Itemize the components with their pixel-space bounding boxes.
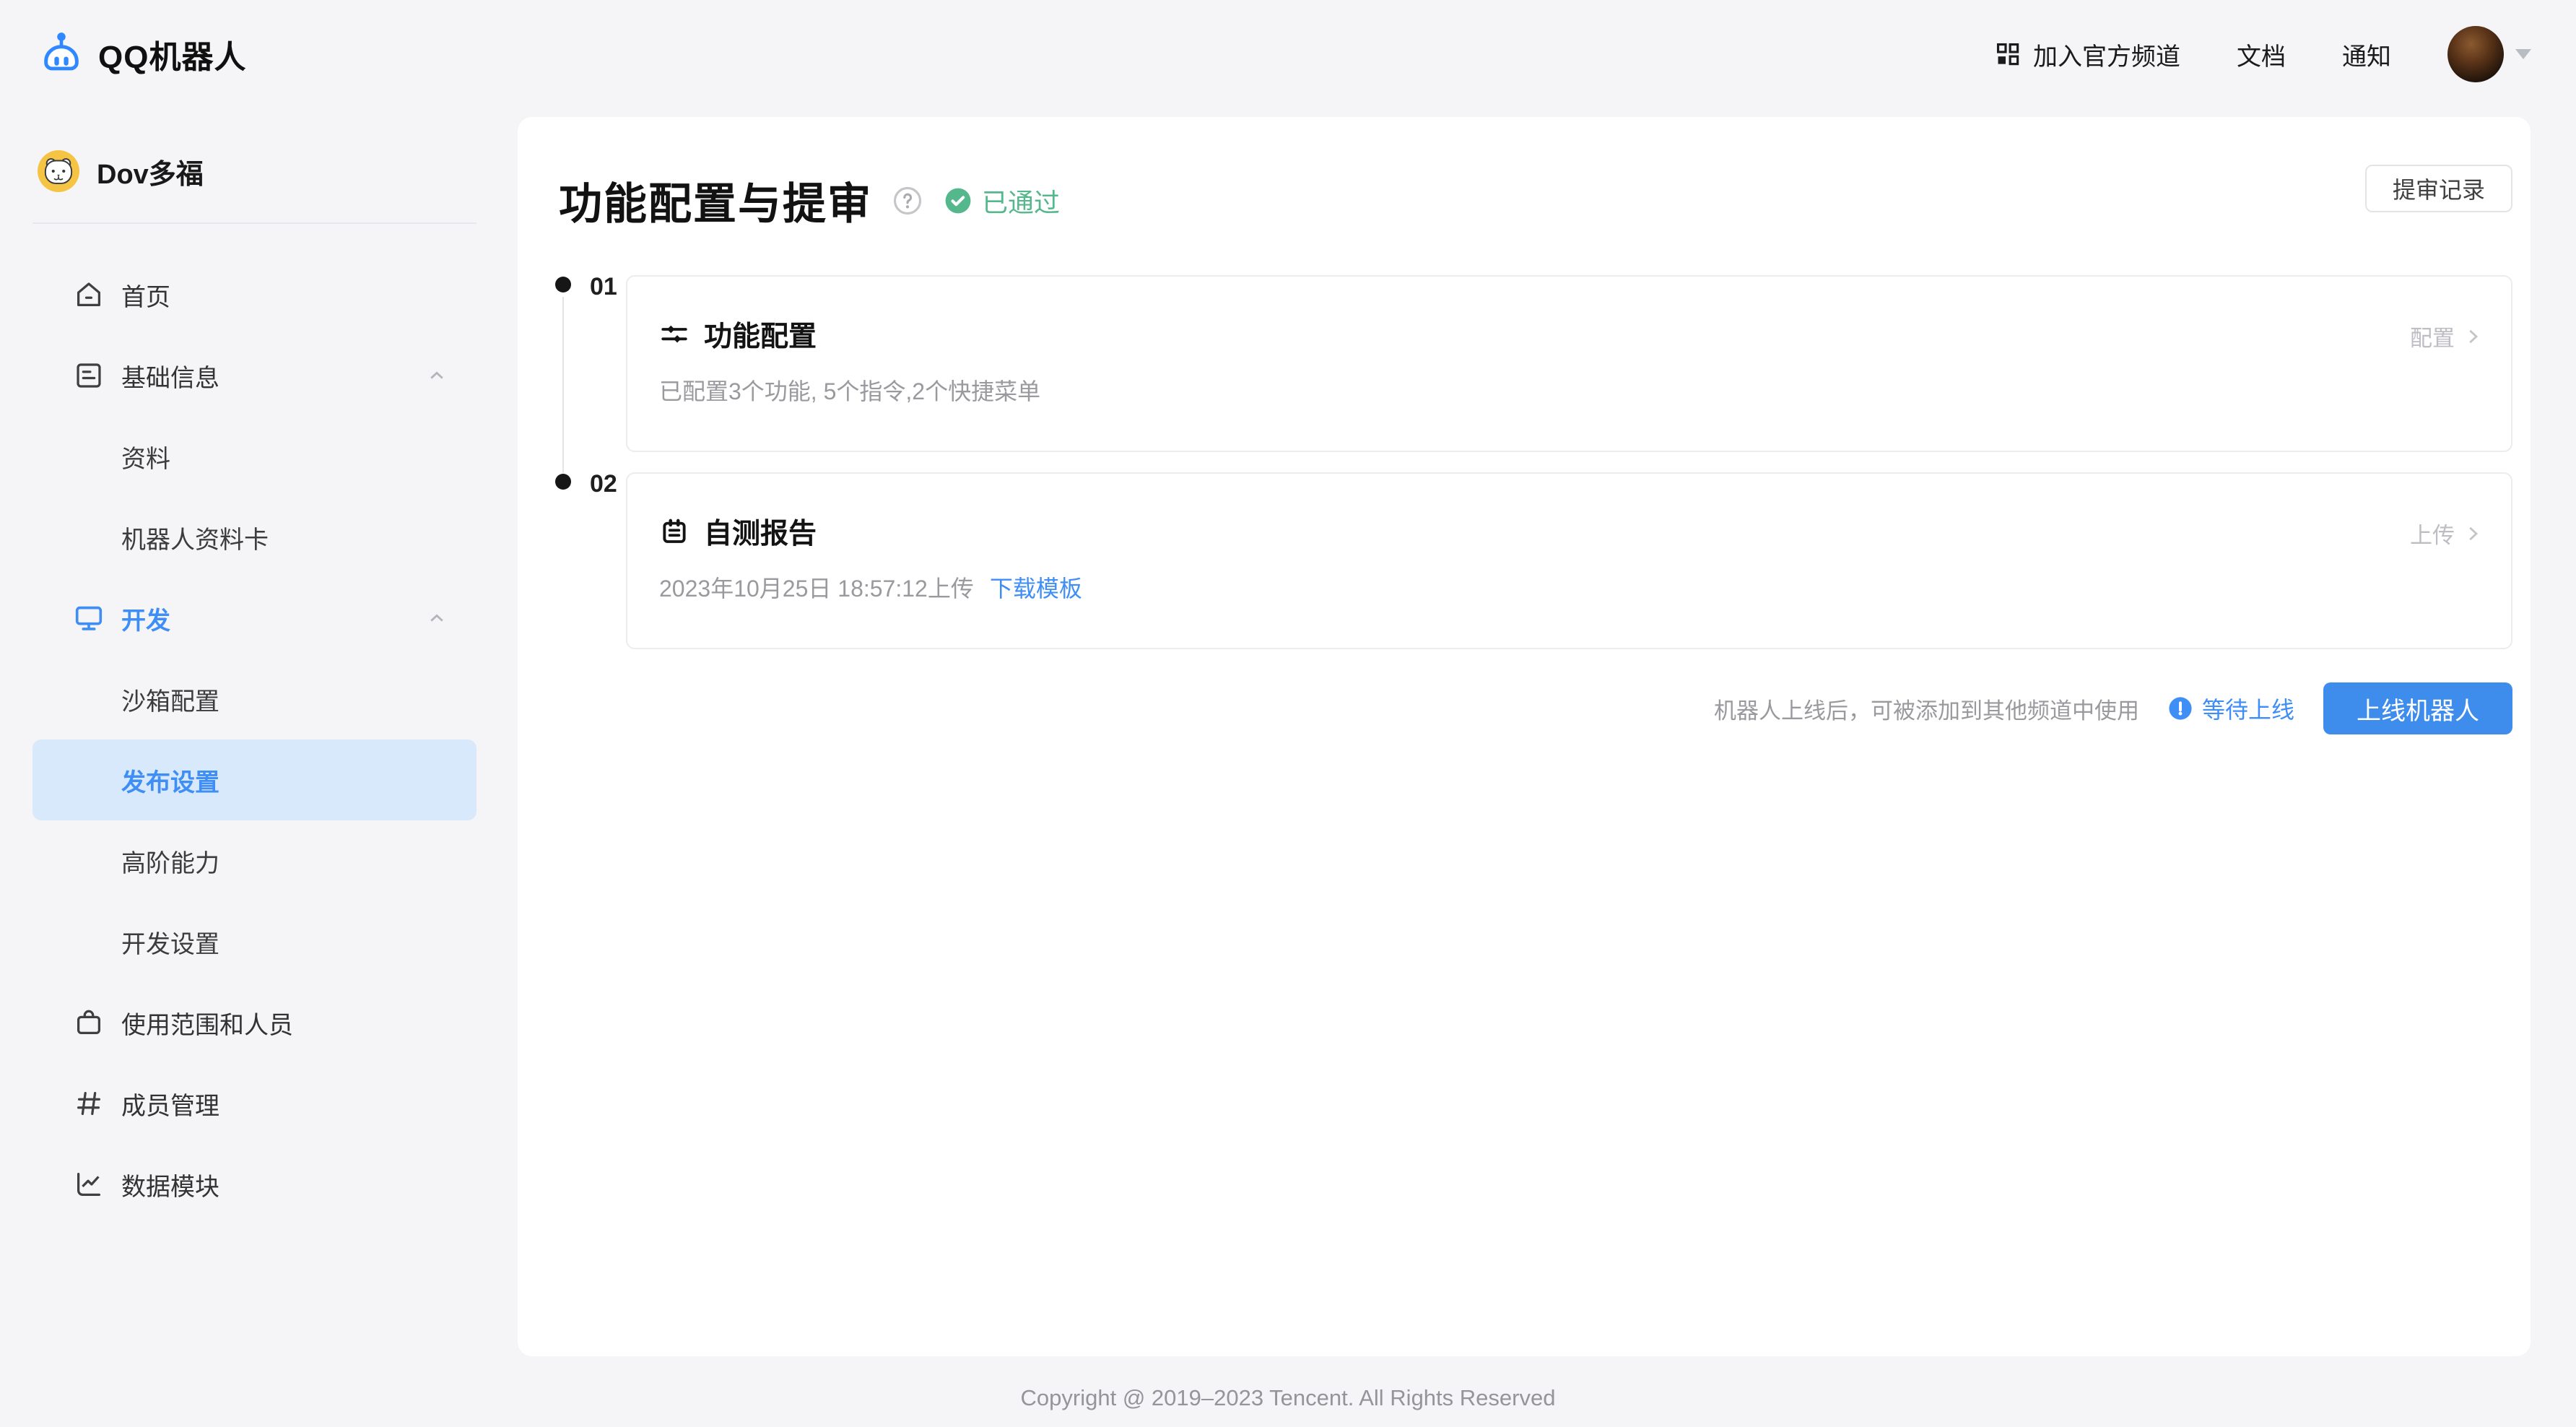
- sidebar-item-member-management[interactable]: 成员管理: [32, 1063, 477, 1144]
- step-self-test-report: 02 自测报告 2023年10月25日 18:57:12上传 下载模板: [518, 472, 2512, 649]
- sidebar-item-usage-scope[interactable]: 使用范围和人员: [32, 982, 477, 1063]
- nav-join-label: 加入官方频道: [2033, 37, 2180, 72]
- configure-link-label: 配置: [2410, 320, 2455, 352]
- sidebar-item-basic-info[interactable]: 基础信息: [32, 335, 477, 416]
- sidebar-item-label: 开发设置: [121, 924, 219, 960]
- qr-code-icon: [1994, 40, 2022, 68]
- launch-note: 机器人上线后，可被添加到其他频道中使用: [1714, 693, 2139, 725]
- sliders-icon: [659, 319, 689, 350]
- status-badge: 已通过: [944, 182, 1060, 220]
- app-title: QQ机器人: [98, 31, 246, 77]
- top-header: QQ机器人 加入官方频道 文档 通知: [0, 0, 2576, 108]
- sidebar-item-label: 基础信息: [121, 358, 219, 394]
- sidebar-item-robot-profile-card[interactable]: 机器人资料卡: [32, 497, 477, 578]
- status-badge-label: 已通过: [982, 182, 1060, 220]
- robot-logo-icon: [38, 30, 85, 78]
- sidebar-divider: [32, 222, 477, 224]
- upload-timestamp: 2023年10月25日 18:57:12上传: [659, 571, 974, 604]
- timeline-dot: [555, 474, 571, 490]
- nav-notifications[interactable]: 通知: [2342, 37, 2391, 72]
- upload-link[interactable]: 上传: [2410, 517, 2484, 550]
- upload-link-label: 上传: [2410, 517, 2455, 550]
- sidebar-item-profile[interactable]: 资料: [32, 416, 477, 497]
- monitor-icon: [72, 602, 105, 635]
- chevron-up-icon[interactable]: [425, 606, 449, 630]
- card-title: 自测报告: [704, 511, 817, 552]
- download-template-link[interactable]: 下载模板: [990, 571, 1082, 604]
- step-function-config: 01 功能配置 已配置3个功能, 5个指令,2个快捷菜单: [518, 275, 2512, 452]
- sidebar-item-label: 成员管理: [121, 1086, 219, 1122]
- sidebar-item-dev-settings[interactable]: 开发设置: [32, 901, 477, 982]
- launch-status-label: 等待上线: [2202, 692, 2294, 725]
- card-title-row: 功能配置: [659, 314, 2359, 355]
- nav-join-official-channel[interactable]: 加入官方频道: [1994, 37, 2180, 72]
- check-circle-icon: [944, 187, 972, 214]
- sidebar-item-release-settings[interactable]: 发布设置: [32, 739, 477, 820]
- bot-avatar: [38, 150, 79, 192]
- sidebar: Dov多福 首页 基础信息: [0, 108, 518, 1427]
- info-circle-icon: [2168, 696, 2193, 721]
- launch-row: 机器人上线后，可被添加到其他频道中使用 等待上线 上线机器人: [518, 682, 2512, 734]
- bot-name: Dov多福: [97, 152, 204, 191]
- bot-profile: Dov多福: [38, 150, 518, 192]
- step-number: 01: [590, 273, 617, 301]
- sidebar-item-home[interactable]: 首页: [32, 254, 477, 335]
- header-nav: 加入官方频道 文档 通知: [1994, 26, 2531, 82]
- chevron-right-icon: [2462, 326, 2484, 347]
- clipboard-icon: [659, 516, 689, 547]
- card-description: 已配置3个功能, 5个指令,2个快捷菜单: [659, 373, 2359, 407]
- sidebar-item-advanced-capabilities[interactable]: 高阶能力: [32, 820, 477, 901]
- sidebar-item-label: 发布设置: [121, 763, 219, 798]
- nav-docs-label: 文档: [2237, 37, 2286, 72]
- sidebar-item-sandbox-config[interactable]: 沙箱配置: [32, 659, 477, 739]
- sidebar-item-label: 沙箱配置: [121, 682, 219, 717]
- sidebar-item-data-module[interactable]: 数据模块: [32, 1144, 477, 1225]
- sidebar-item-label: 数据模块: [121, 1167, 219, 1202]
- timeline-dot: [555, 277, 571, 292]
- page-title: 功能配置与提审: [559, 169, 872, 232]
- sidebar-item-development[interactable]: 开发: [32, 578, 477, 659]
- sidebar-item-label: 开发: [121, 601, 170, 636]
- launch-status: 等待上线: [2168, 692, 2294, 725]
- function-config-card: 功能配置 已配置3个功能, 5个指令,2个快捷菜单 配置: [626, 275, 2512, 452]
- help-icon[interactable]: [892, 186, 923, 216]
- card-title: 功能配置: [704, 314, 817, 355]
- sidebar-item-label: 资料: [121, 439, 170, 474]
- panel-header: 功能配置与提审 已通过: [559, 169, 2489, 232]
- user-menu[interactable]: [2447, 26, 2531, 82]
- main-panel: 功能配置与提审 已通过 提审记录 01: [518, 117, 2531, 1356]
- sidebar-item-label: 首页: [121, 277, 170, 313]
- document-icon: [72, 359, 105, 392]
- hash-icon: [72, 1087, 105, 1120]
- card-description: 2023年10月25日 18:57:12上传 下载模板: [659, 571, 2359, 604]
- steps-timeline: 01 功能配置 已配置3个功能, 5个指令,2个快捷菜单: [518, 275, 2512, 649]
- sidebar-menu: 首页 基础信息 资料 机器人资料卡: [32, 254, 477, 1225]
- copyright-text: Copyright @ 2019–2023 Tencent. All Right…: [0, 1385, 2576, 1411]
- app-logo: QQ机器人: [38, 30, 246, 78]
- chevron-down-icon: [2515, 49, 2531, 59]
- nav-docs[interactable]: 文档: [2237, 37, 2286, 72]
- configure-link[interactable]: 配置: [2410, 320, 2484, 352]
- config-summary: 已配置3个功能, 5个指令,2个快捷菜单: [659, 373, 1040, 407]
- chevron-right-icon: [2462, 523, 2484, 545]
- sidebar-item-label: 使用范围和人员: [121, 1005, 293, 1041]
- user-avatar[interactable]: [2447, 26, 2504, 82]
- bag-icon: [72, 1006, 105, 1039]
- self-test-report-card: 自测报告 2023年10月25日 18:57:12上传 下载模板 上传: [626, 472, 2512, 649]
- home-icon: [72, 278, 105, 311]
- sidebar-item-label: 高阶能力: [121, 843, 219, 879]
- chevron-up-icon[interactable]: [425, 363, 449, 388]
- step-number: 02: [590, 470, 617, 498]
- chart-line-icon: [72, 1168, 105, 1201]
- launch-robot-button[interactable]: 上线机器人: [2323, 682, 2512, 734]
- sidebar-item-label: 机器人资料卡: [121, 520, 269, 555]
- review-records-button[interactable]: 提审记录: [2365, 165, 2512, 212]
- card-title-row: 自测报告: [659, 511, 2359, 552]
- nav-notifications-label: 通知: [2342, 37, 2391, 72]
